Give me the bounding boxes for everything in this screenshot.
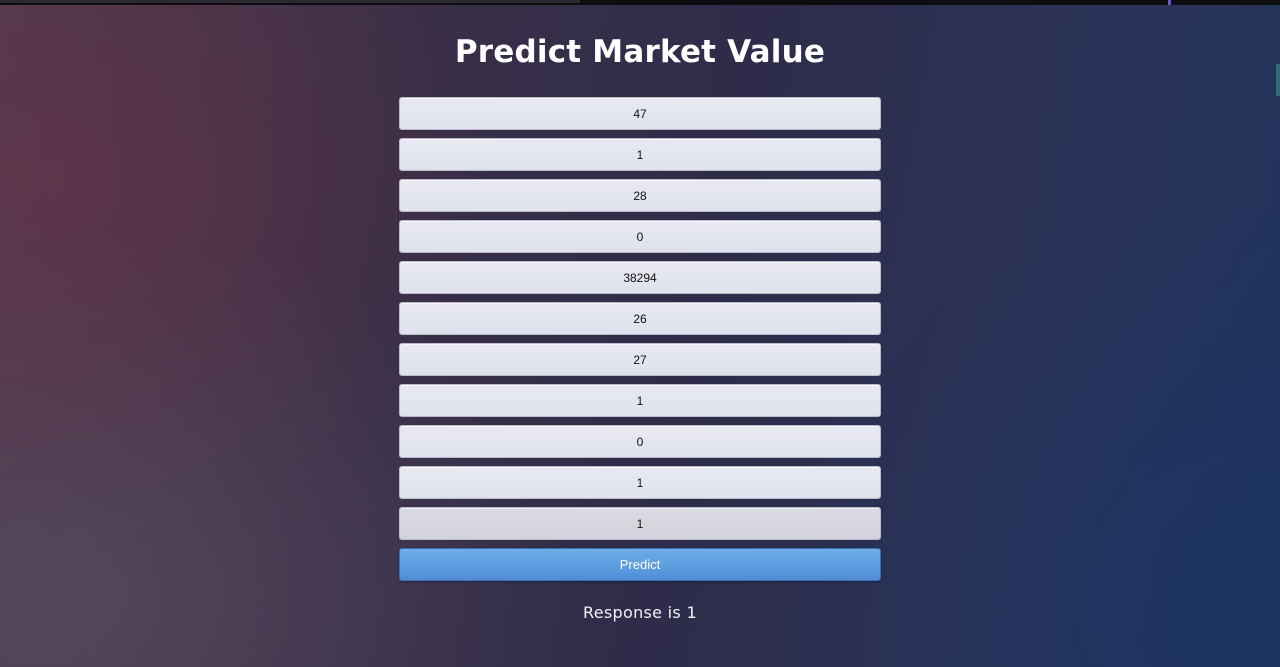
feature-input-8[interactable] [399, 384, 881, 417]
feature-input-6[interactable] [399, 302, 881, 335]
feature-input-5[interactable] [399, 261, 881, 294]
feature-input-1[interactable] [399, 97, 881, 130]
feature-input-11[interactable] [399, 507, 881, 540]
top-bar-segment [0, 0, 580, 3]
feature-input-2[interactable] [399, 138, 881, 171]
page-title: Predict Market Value [454, 34, 826, 70]
predict-button[interactable]: Predict [399, 548, 881, 581]
feature-input-7[interactable] [399, 343, 881, 376]
feature-input-9[interactable] [399, 425, 881, 458]
response-text: Response is 1 [583, 603, 697, 622]
top-bar-accent [1168, 0, 1171, 5]
feature-input-3[interactable] [399, 179, 881, 212]
feature-input-4[interactable] [399, 220, 881, 253]
feature-input-10[interactable] [399, 466, 881, 499]
predict-form: Predict [399, 97, 881, 581]
browser-top-bar [0, 0, 1280, 5]
